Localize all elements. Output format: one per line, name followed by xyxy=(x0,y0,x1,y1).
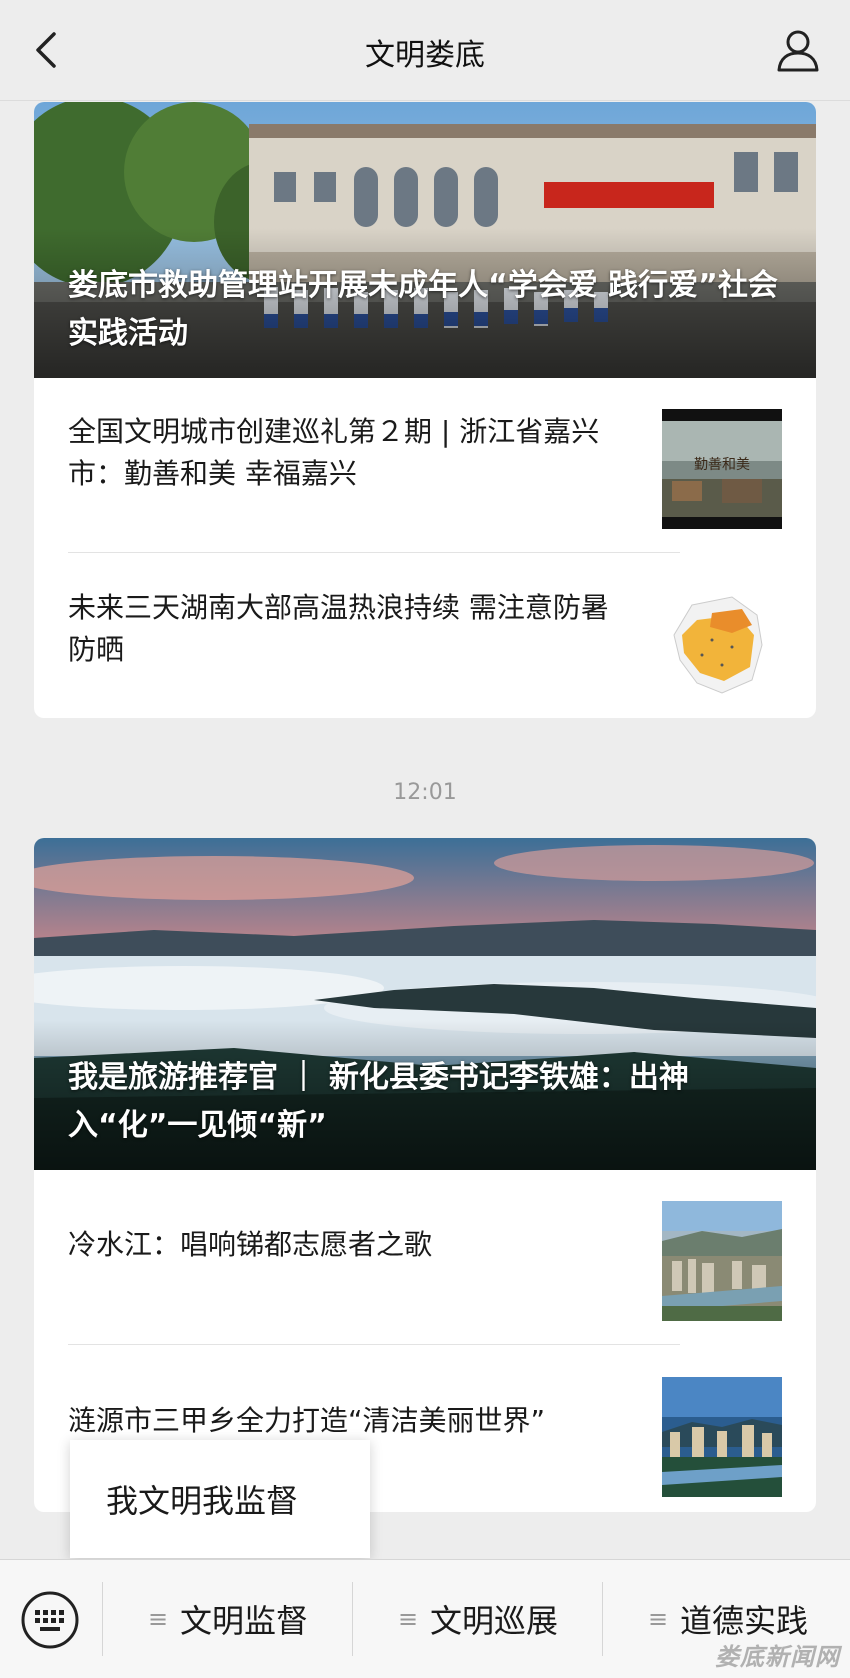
article-title: 未来三天湖南大部高温热浪持续 需注意防暑防晒 xyxy=(68,591,609,666)
submenu-popup-item[interactable]: 我文明我监督 xyxy=(70,1440,370,1558)
article-thumbnail xyxy=(662,585,782,705)
menu-lines-icon: ≡ xyxy=(397,1605,419,1633)
featured-article[interactable]: 我是旅游推荐官 ｜ 新化县委书记李铁雄：出神入“化”一见倾“新” xyxy=(34,838,816,1170)
article-group-card: 娄底市救助管理站开展未成年人“学会爱 践行爱”社会实践活动 全国文明城市创建巡礼… xyxy=(34,102,816,718)
article-item[interactable]: 未来三天湖南大部高温热浪持续 需注意防暑防晒 xyxy=(68,554,782,705)
menu-item-label: 文明巡展 xyxy=(430,1602,559,1640)
top-navigation-bar: 文明娄底 xyxy=(0,0,850,101)
menu-item-label: 文明监督 xyxy=(180,1602,309,1640)
featured-article[interactable]: 娄底市救助管理站开展未成年人“学会爱 践行爱”社会实践活动 xyxy=(34,102,816,378)
article-title: 全国文明城市创建巡礼第２期 | 浙江省嘉兴市：勤善和美 幸福嘉兴 xyxy=(68,415,600,490)
bottom-menu-bar: ≡ 文明监督 ≡ 文明巡展 ≡ 道德实践 娄底新闻网 xyxy=(0,1559,850,1678)
message-timestamp: 12:01 xyxy=(393,780,457,805)
page-title: 文明娄底 xyxy=(365,38,485,73)
menu-lines-icon: ≡ xyxy=(647,1605,669,1633)
divider xyxy=(68,552,680,553)
divider xyxy=(352,1582,353,1656)
menu-item-civilization-supervision[interactable]: ≡ 文明监督 xyxy=(104,1560,352,1678)
menu-item-label: 道德实践 xyxy=(680,1602,809,1640)
article-thumbnail xyxy=(662,1377,782,1497)
divider xyxy=(602,1582,603,1656)
article-title: 冷水江：唱响锑都志愿者之歌 xyxy=(68,1228,433,1261)
featured-article-title: 我是旅游推荐官 ｜ 新化县委书记李铁雄：出神入“化”一见倾“新” xyxy=(68,1060,689,1143)
keyboard-icon[interactable] xyxy=(20,1590,80,1650)
article-thumbnail: 勤善和美 xyxy=(662,409,782,529)
divider xyxy=(68,1344,680,1345)
person-icon[interactable] xyxy=(774,26,822,74)
svg-text:勤善和美: 勤善和美 xyxy=(694,457,750,473)
article-thumbnail xyxy=(662,1201,782,1321)
article-item[interactable]: 冷水江：唱响锑都志愿者之歌 xyxy=(68,1170,782,1321)
menu-item-civilization-tour[interactable]: ≡ 文明巡展 xyxy=(354,1560,602,1678)
article-group-card: 我是旅游推荐官 ｜ 新化县委书记李铁雄：出神入“化”一见倾“新” 冷水江：唱响锑… xyxy=(34,838,816,1512)
divider xyxy=(102,1582,103,1656)
featured-article-title: 娄底市救助管理站开展未成年人“学会爱 践行爱”社会实践活动 xyxy=(68,268,778,351)
menu-lines-icon: ≡ xyxy=(147,1605,169,1633)
watermark: 娄底新闻网 xyxy=(715,1643,840,1671)
article-item[interactable]: 全国文明城市创建巡礼第２期 | 浙江省嘉兴市：勤善和美 幸福嘉兴 勤善和美 xyxy=(68,378,782,529)
